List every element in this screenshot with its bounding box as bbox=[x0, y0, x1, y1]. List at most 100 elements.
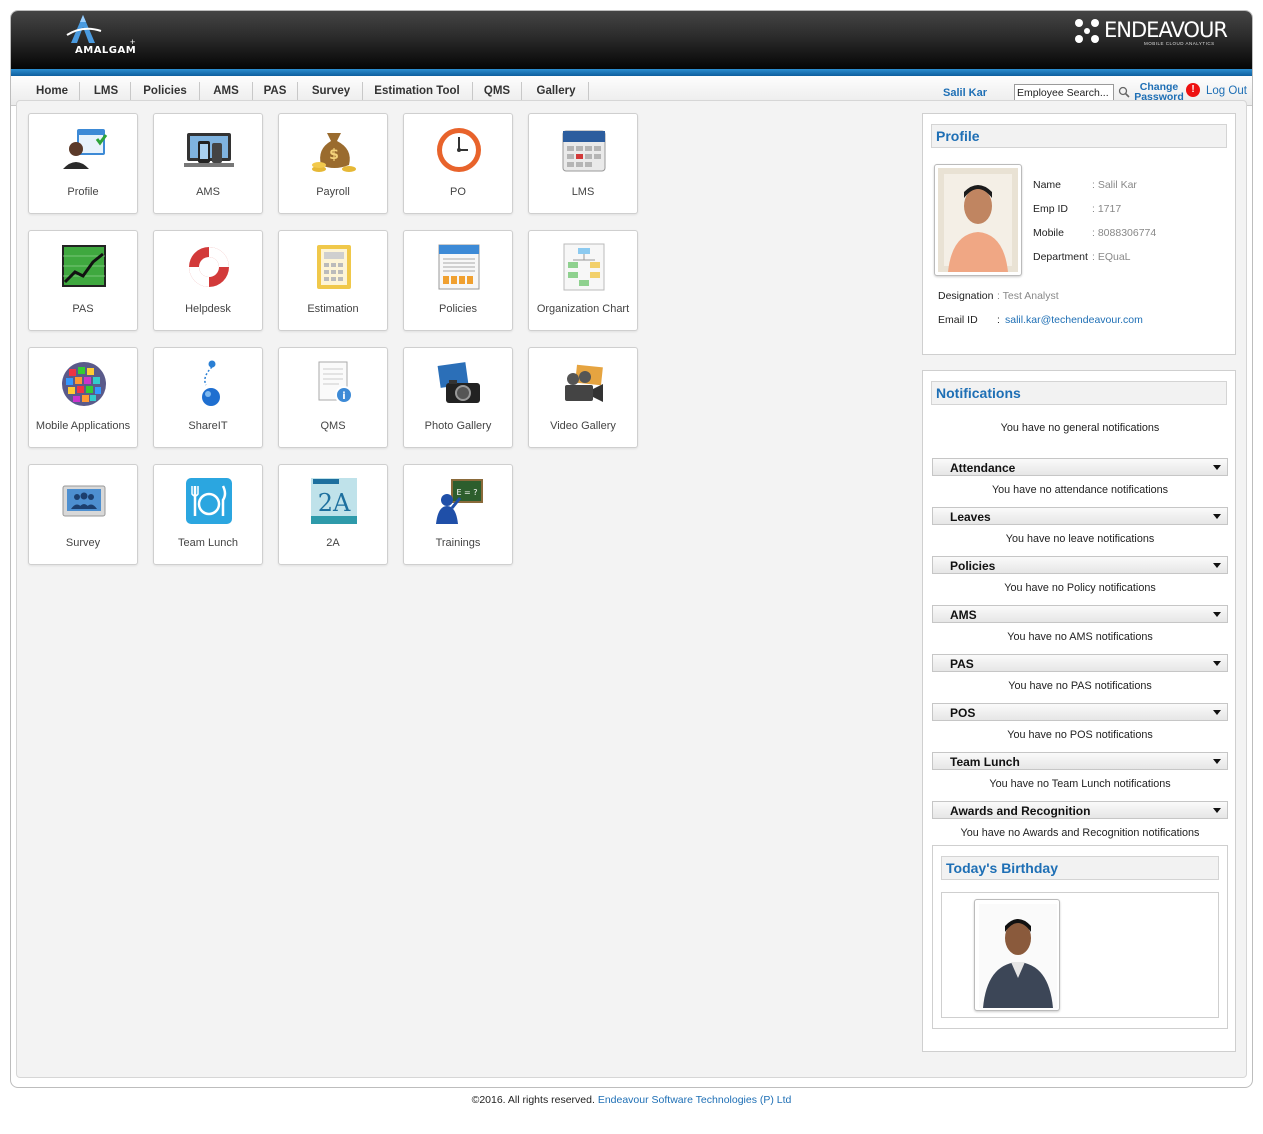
tile-label: Policies bbox=[439, 303, 477, 315]
tile-helpdesk[interactable]: Helpdesk bbox=[153, 230, 263, 331]
video-camera-icon bbox=[565, 362, 606, 402]
payroll-moneybag-icon: $ bbox=[312, 133, 356, 172]
tile-qms[interactable]: i QMS bbox=[278, 347, 388, 448]
accordion-leaves[interactable]: Leaves bbox=[932, 507, 1228, 525]
accordion-team-lunch[interactable]: Team Lunch bbox=[932, 752, 1228, 770]
tile-photo-gallery[interactable]: Photo Gallery bbox=[403, 347, 513, 448]
profile-photo bbox=[934, 164, 1022, 276]
tile-mobile-applications[interactable]: Mobile Applications bbox=[28, 347, 138, 448]
nav-separator bbox=[297, 82, 298, 100]
amalgam-logo-text: AMALGAM bbox=[75, 45, 137, 56]
notifications-panel: Notifications You have no general notifi… bbox=[922, 370, 1236, 1052]
birthday-photo-area bbox=[941, 892, 1219, 1018]
svg-text:2A: 2A bbox=[318, 489, 351, 517]
tile-ams[interactable]: AMS bbox=[153, 113, 263, 214]
tile-label: Helpdesk bbox=[185, 303, 231, 315]
endeavour-logo-text: ENDEAVOUR bbox=[1104, 18, 1228, 42]
accordion-awards-and-recognition[interactable]: Awards and Recognition bbox=[932, 801, 1228, 819]
tile-shareit[interactable]: ShareIT bbox=[153, 347, 263, 448]
tile-label: AMS bbox=[196, 186, 220, 198]
accordion-label: PAS bbox=[950, 657, 974, 671]
user-name-link[interactable]: Salil Kar bbox=[943, 87, 987, 99]
tile-label: Payroll bbox=[316, 186, 350, 198]
policies-document-icon bbox=[438, 244, 480, 290]
accordion-label: Team Lunch bbox=[950, 755, 1020, 769]
notifications-panel-title: Notifications bbox=[931, 381, 1227, 405]
tile-label: Trainings bbox=[435, 537, 481, 549]
footer-company-link[interactable]: Endeavour Software Technologies (P) Ltd bbox=[598, 1094, 792, 1106]
team-lunch-icon bbox=[186, 478, 232, 524]
pos-notification-text: You have no POS notifications bbox=[1007, 729, 1153, 741]
tile-video-gallery[interactable]: Video Gallery bbox=[528, 347, 638, 448]
amalgam-logo-plus: + bbox=[130, 37, 136, 47]
chevron-down-icon bbox=[1213, 661, 1221, 666]
search-icon[interactable] bbox=[1118, 86, 1130, 98]
tile-profile[interactable]: Profile bbox=[28, 113, 138, 214]
endeavour-mark-icon bbox=[1075, 19, 1099, 43]
name-label: Name bbox=[1033, 179, 1062, 191]
accordion-pas[interactable]: PAS bbox=[932, 654, 1228, 672]
tile-lms[interactable]: LMS bbox=[528, 113, 638, 214]
tile-payroll[interactable]: $ Payroll bbox=[278, 113, 388, 214]
chevron-down-icon bbox=[1213, 514, 1221, 519]
profile-icon bbox=[63, 129, 108, 169]
accordion-attendance[interactable]: Attendance bbox=[932, 458, 1228, 476]
chevron-down-icon bbox=[1213, 710, 1221, 715]
tile-label: Team Lunch bbox=[178, 537, 238, 549]
email-link[interactable]: salil.kar@techendeavour.com bbox=[1005, 314, 1143, 326]
tile-label: Estimation bbox=[307, 303, 359, 315]
accordion-ams[interactable]: AMS bbox=[932, 605, 1228, 623]
trainings-teacher-icon: E = ? bbox=[436, 479, 483, 524]
tile-pas[interactable]: PAS bbox=[28, 230, 138, 331]
email-separator: : bbox=[997, 314, 1000, 326]
nav-separator bbox=[521, 82, 522, 100]
profile-panel-title: Profile bbox=[931, 124, 1227, 148]
org-chart-icon bbox=[563, 243, 605, 291]
nav-separator bbox=[79, 82, 80, 100]
designation-value: : Test Analyst bbox=[997, 290, 1059, 302]
tile-survey[interactable]: Survey bbox=[28, 464, 138, 565]
svg-text:$: $ bbox=[329, 147, 339, 163]
mobile-apps-globe-icon bbox=[62, 362, 106, 406]
awards-notification-text: You have no Awards and Recognition notif… bbox=[960, 827, 1200, 839]
tile-label: QMS bbox=[320, 420, 346, 432]
tile-2a[interactable]: 2A 2A bbox=[278, 464, 388, 565]
change-password-link[interactable]: Change Password bbox=[1134, 82, 1184, 103]
logout-link[interactable]: Log Out bbox=[1206, 85, 1247, 97]
header-bar: AMALGAM + ENDEAVOUR MOBILE CLOUD ANALYTI… bbox=[11, 11, 1252, 69]
leaves-notification-text: You have no leave notifications bbox=[1005, 533, 1155, 545]
amalgam-logo[interactable]: AMALGAM + bbox=[41, 13, 136, 63]
birthday-section: Today's Birthday bbox=[932, 845, 1228, 1029]
accordion-label: Attendance bbox=[950, 461, 1016, 475]
accordion-policies[interactable]: Policies bbox=[932, 556, 1228, 574]
tile-team-lunch[interactable]: Team Lunch bbox=[153, 464, 263, 565]
tile-trainings[interactable]: E = ? Trainings bbox=[403, 464, 513, 565]
tile-estimation[interactable]: Estimation bbox=[278, 230, 388, 331]
tile-label: LMS bbox=[571, 186, 595, 198]
tile-po[interactable]: PO bbox=[403, 113, 513, 214]
photo-camera-icon bbox=[435, 359, 480, 403]
mobile-label: Mobile bbox=[1033, 227, 1064, 239]
tile-label: 2A bbox=[326, 537, 340, 549]
birthday-avatar-icon bbox=[979, 904, 1057, 1008]
birthday-title: Today's Birthday bbox=[941, 856, 1219, 880]
tile-policies[interactable]: Policies bbox=[403, 230, 513, 331]
employee-search-input[interactable] bbox=[1014, 84, 1114, 101]
footer: ©2016. All rights reserved. Endeavour So… bbox=[0, 1094, 1263, 1106]
tile-label: Video Gallery bbox=[550, 420, 616, 432]
logout-icon[interactable]: ! bbox=[1186, 83, 1200, 97]
pas-notification-text: You have no PAS notifications bbox=[1008, 680, 1152, 692]
awards-2a-icon: 2A bbox=[311, 478, 357, 524]
accordion-pos[interactable]: POS bbox=[932, 703, 1228, 721]
profile-panel: Profile Name : Salil Kar Emp ID : 1717 M… bbox=[922, 113, 1236, 355]
chevron-down-icon bbox=[1213, 759, 1221, 764]
estimation-calculator-icon bbox=[317, 245, 351, 289]
birthday-person-photo[interactable] bbox=[974, 899, 1060, 1011]
nav-separator bbox=[588, 82, 589, 100]
helpdesk-lifebuoy-icon bbox=[189, 247, 229, 287]
tile-organization-chart[interactable]: Organization Chart bbox=[528, 230, 638, 331]
ams-devices-icon bbox=[184, 133, 234, 167]
footer-copyright: ©2016. All rights reserved. bbox=[471, 1094, 595, 1106]
nav-separator bbox=[130, 82, 131, 100]
email-label: Email ID bbox=[938, 314, 978, 326]
